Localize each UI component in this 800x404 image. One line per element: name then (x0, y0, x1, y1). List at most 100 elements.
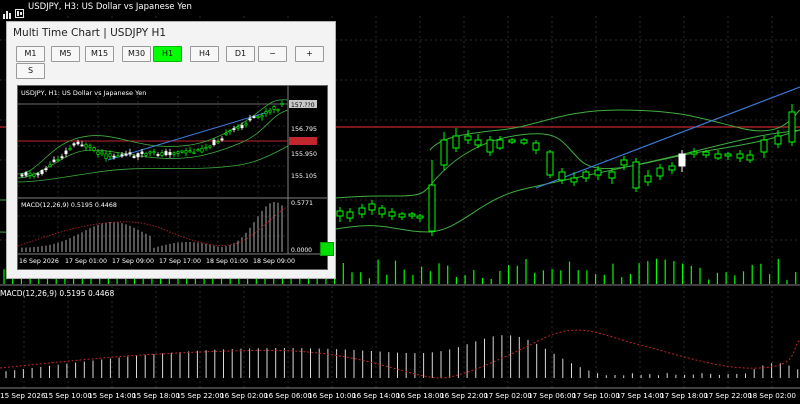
timeframe-button-h4[interactable]: H4 (190, 46, 219, 62)
timeframe-button-m1[interactable]: M1 (16, 46, 45, 62)
mini-candle-body (164, 151, 168, 156)
mini-time-label: 17 Sep 17:00 (159, 258, 201, 265)
mini-candle-body (92, 147, 96, 151)
mini-candle-body (248, 118, 252, 121)
candle-body (416, 215, 424, 219)
mini-candle-body (132, 156, 136, 158)
time-axis-label: 18 Sep 02:00 (748, 391, 796, 400)
mini-candle-body (72, 143, 76, 146)
time-axis-label: 16 Sep 02:00 (220, 391, 268, 400)
mini-candle-body (180, 150, 184, 153)
mini-macd-scale: 0.0000 (291, 247, 312, 254)
candle-body (620, 159, 628, 166)
candle-body (440, 139, 448, 166)
mini-candle-body (236, 126, 240, 129)
candle-body (788, 111, 796, 143)
time-axis-label: 17 Sep 06:00 (528, 391, 576, 400)
chart-bars-icon[interactable] (3, 4, 12, 19)
macd-signal-line (0, 329, 800, 379)
mini-candle-body (56, 159, 60, 161)
mini-candle-body (272, 106, 276, 110)
mini-candle-body (20, 174, 24, 177)
time-axis-label: 16 Sep 14:00 (352, 391, 400, 400)
mini-price-label: 157.??0 (291, 102, 315, 109)
mini-candle-body (88, 145, 92, 148)
mini-candle-body (68, 148, 72, 150)
mini-candle-body (96, 151, 100, 155)
candle-body (408, 213, 416, 217)
mini-candle-body (160, 152, 164, 156)
mini-time-label: 16 Sep 2026 (19, 258, 59, 265)
mini-macd-scale: 0.5771 (291, 200, 313, 207)
timeframe-button-zoom-in[interactable]: + (295, 46, 324, 62)
time-axis-label: 16 Sep 18:00 (396, 391, 444, 400)
mini-candle-body (212, 139, 216, 145)
chart-title: USDJPY, H3: US Dollar vs Japanese Yen (28, 2, 192, 12)
timeframe-button-m5[interactable]: M5 (51, 46, 80, 62)
macd-label: MACD(12,26,9) 0.5195 0.4468 (0, 289, 114, 298)
candle-body (452, 135, 460, 149)
mini-candle-body (76, 141, 80, 145)
mini-macd-label: MACD(12,26,9) 0.5195 0.4468 (21, 202, 117, 209)
candle-body (582, 171, 590, 179)
mini-candle-body (244, 123, 248, 126)
timeframe-button-d1[interactable]: D1 (226, 46, 255, 62)
candle-body (496, 139, 504, 149)
time-axis-label: 17 Sep 14:00 (616, 391, 664, 400)
mini-time-label: 18 Sep 09:00 (253, 258, 295, 265)
candle-body (520, 139, 528, 144)
timeframe-button-h1[interactable]: H1 (153, 46, 182, 62)
panel-resize-handle[interactable] (320, 242, 334, 256)
mini-chart[interactable]: USDJPY, H1: US Dollar vs Japanese Yen 157… (17, 85, 328, 270)
mini-candle-body (64, 150, 68, 155)
multi-time-chart-panel[interactable]: Multi Time Chart | USDJPY H1 M1 M5 M15 M30 H… (6, 21, 336, 279)
mini-candle-body (44, 168, 48, 171)
mini-candle-body (208, 145, 212, 148)
time-axis-label: 16 Sep 22:00 (440, 391, 488, 400)
panel-title[interactable]: Multi Time Chart | USDJPY H1 (13, 27, 166, 39)
candle-body (774, 135, 782, 145)
timeframe-button-zoom-out[interactable]: − (258, 46, 287, 62)
time-axis-label: 15 Sep 2026 (0, 391, 46, 400)
candle-body (608, 171, 616, 179)
time-axis-label: 16 Sep 06:00 (264, 391, 312, 400)
mini-chart-canvas[interactable]: USDJPY, H1: US Dollar vs Japanese Yen 157… (17, 86, 327, 269)
mini-candle-body (104, 153, 108, 159)
mini-candle-body (256, 116, 260, 118)
time-axis-label: 15 Sep 14:00 (88, 391, 136, 400)
time-axis-label: 17 Sep 10:00 (572, 391, 620, 400)
mini-candle-body (228, 130, 232, 133)
mini-candle-body (40, 170, 44, 175)
candle-body (508, 139, 516, 143)
candle-body (546, 151, 554, 176)
mini-candle-body (140, 151, 144, 155)
timeframe-button-s[interactable]: S (16, 63, 45, 79)
candle-body (486, 139, 494, 153)
mini-candle-body (152, 151, 156, 154)
candle-body (388, 211, 396, 217)
mini-candle-body (112, 155, 116, 158)
candle-body (368, 203, 376, 211)
mini-candle-body (144, 152, 148, 156)
candle-body (656, 167, 664, 177)
time-axis-label: 16 Sep 10:00 (308, 391, 356, 400)
candle-body (336, 210, 344, 217)
mini-time-label: 17 Sep 01:00 (65, 258, 107, 265)
mini-candle-body (268, 109, 272, 113)
time-axis-label: 15 Sep 18:00 (132, 391, 180, 400)
mini-price-label: 156.795 (291, 126, 317, 133)
timeframe-button-m15[interactable]: M15 (85, 46, 114, 62)
mini-candle-body (172, 152, 176, 155)
mini-candle-body (108, 153, 112, 157)
candle-body (594, 169, 602, 176)
mini-candle-body (24, 172, 28, 176)
mini-candle-body (116, 155, 120, 158)
mini-candle-body (36, 173, 40, 176)
chart-candles-icon[interactable] (15, 3, 24, 18)
mini-candle-body (204, 147, 208, 150)
mini-candle-body (184, 150, 188, 154)
mini-candle-body (60, 156, 64, 159)
timeframe-button-m30[interactable]: M30 (122, 46, 151, 62)
mini-candle-body (192, 151, 196, 154)
candle-body (570, 177, 578, 183)
